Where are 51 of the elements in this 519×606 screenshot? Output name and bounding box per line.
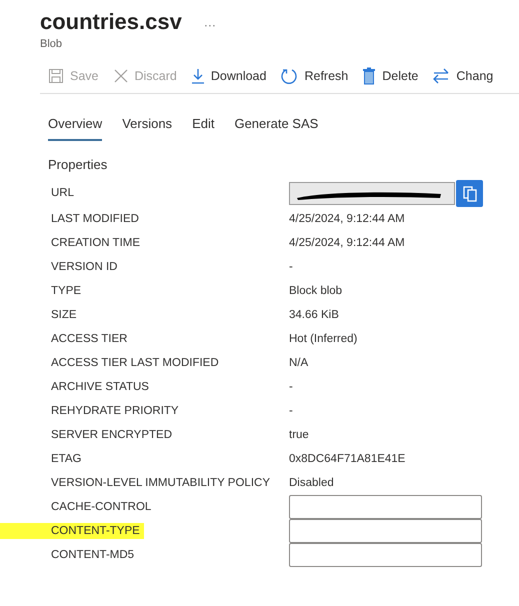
property-label: ACCESS TIER LAST MODIFIED [51, 356, 219, 369]
property-value: - [289, 380, 293, 395]
trash-icon [362, 66, 376, 85]
property-label: REHYDRATE PRIORITY [51, 404, 179, 417]
property-value: Disabled [289, 476, 334, 491]
property-label: SERVER ENCRYPTED [51, 428, 172, 441]
section-heading: Properties [48, 156, 108, 174]
property-label: ACCESS TIER [51, 332, 128, 345]
resource-type: Blob [40, 37, 64, 52]
property-label: VERSION-LEVEL IMMUTABILITY POLICY [51, 476, 270, 489]
property-value: 4/25/2024, 9:12:44 AM [289, 212, 405, 227]
property-value: 4/25/2024, 9:12:44 AM [289, 236, 405, 251]
tab[interactable]: Versions [122, 114, 172, 141]
file-title: countries.csv [40, 8, 182, 36]
property-label: CACHE-CONTROL [51, 500, 152, 513]
copy-button[interactable] [456, 180, 483, 208]
refresh-icon [280, 66, 298, 85]
text-field[interactable] [289, 543, 482, 568]
property-value: 0x8DC64F71A81E41E [289, 452, 406, 467]
toolbar-button[interactable]: Delete [362, 66, 418, 86]
swap-arrows-icon [432, 68, 450, 84]
tab[interactable]: Edit [192, 114, 214, 141]
more-button[interactable]: ··· [204, 16, 216, 34]
property-label: TYPE [51, 284, 82, 297]
property-value: Block blob [289, 284, 342, 299]
property-label: LAST MODIFIED [51, 212, 139, 225]
text-field[interactable] [289, 519, 482, 544]
property-label: SIZE [51, 308, 77, 321]
property-label: VERSION ID [51, 260, 118, 273]
property-label: ETAG [51, 452, 82, 465]
property-value: 34.66 KiB [289, 308, 339, 323]
property-label: CONTENT-MD5 [51, 548, 134, 561]
text-field[interactable] [289, 495, 482, 520]
tab[interactable]: Generate SAS [234, 114, 318, 141]
property-value: true [289, 428, 309, 443]
download-icon [190, 68, 205, 84]
property-value: - [289, 260, 293, 275]
toolbar-button[interactable]: Chang [432, 66, 494, 86]
property-value: N/A [289, 356, 308, 371]
property-label: CREATION TIME [51, 236, 140, 249]
save-icon [48, 68, 64, 84]
property-label: ARCHIVE STATUS [51, 380, 149, 393]
property-value: Hot (Inferred) [289, 332, 358, 347]
copy-icon [462, 186, 476, 202]
close-icon [112, 68, 128, 84]
toolbar-button[interactable]: Download [190, 66, 266, 86]
toolbar-button[interactable]: Refresh [280, 66, 348, 86]
property-label: URL [51, 187, 74, 200]
property-value: - [289, 404, 293, 419]
tab[interactable]: Overview [48, 114, 102, 141]
highlighted-label: CONTENT-TYPE [0, 522, 144, 539]
